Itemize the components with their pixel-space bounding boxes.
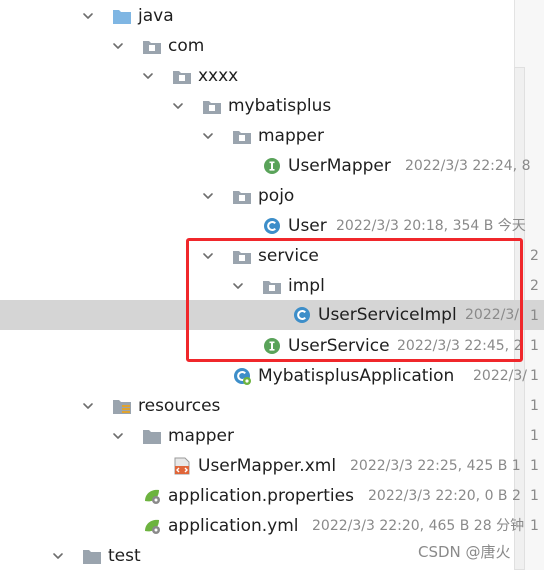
package-icon: [232, 127, 252, 145]
chevron-down-icon[interactable]: [172, 100, 184, 112]
chevron-down-icon[interactable]: [202, 130, 214, 142]
tree-row-mapper-folder[interactable]: mapper: [0, 421, 544, 451]
chevron-down-icon[interactable]: [202, 190, 214, 202]
chevron-down-icon[interactable]: [52, 550, 64, 562]
file-meta: 2022/3/3 22:24, 8: [405, 158, 531, 174]
spring-config-icon: [142, 487, 162, 505]
package-icon: [232, 187, 252, 205]
chevron-down-icon[interactable]: [112, 40, 124, 52]
spring-config-icon: [142, 517, 162, 535]
tree-row-mybatisplus-application[interactable]: MybatisplusApplication 2022/3/: [0, 361, 544, 391]
chevron-down-icon[interactable]: [142, 70, 154, 82]
tree-label: mybatisplus: [228, 96, 332, 116]
tree-row-mybatisplus[interactable]: mybatisplus: [0, 91, 544, 121]
tree-row-xxxx[interactable]: xxxx: [0, 61, 544, 91]
gutter-number: 1: [530, 428, 539, 444]
tree-row-application-properties[interactable]: application.properties 2022/3/3 22:20, 0…: [0, 481, 544, 511]
tree-label: resources: [138, 396, 221, 416]
resources-folder-icon: [112, 397, 132, 415]
gutter-number: 2: [530, 278, 539, 294]
file-meta: 2022/3/3 20:18, 354 B 今天: [336, 218, 526, 234]
xml-file-icon: [172, 457, 192, 475]
tree-label: UserMapper.xml: [198, 456, 337, 476]
tree-label: java: [138, 6, 174, 26]
folder-icon: [142, 427, 162, 445]
tree-label: pojo: [258, 186, 295, 206]
tree-row-user-mapper[interactable]: UserMapper 2022/3/3 22:24, 8: [0, 151, 544, 181]
tree-row-com[interactable]: com: [0, 31, 544, 61]
file-meta: 2022/3/3 22:20, 0 B 2: [368, 488, 521, 504]
tree-label: com: [168, 36, 205, 56]
tree-label: application.yml: [168, 516, 299, 536]
highlight-annotation-box: [186, 238, 523, 362]
chevron-down-icon[interactable]: [82, 10, 94, 22]
gutter-number: 1: [530, 458, 539, 474]
package-icon: [172, 67, 192, 85]
tree-row-pojo[interactable]: pojo: [0, 181, 544, 211]
gutter-number: 1: [530, 518, 539, 534]
gutter-number: 1: [530, 488, 539, 504]
tree-row-user-mapper-xml[interactable]: UserMapper.xml 2022/3/3 22:25, 425 B 1: [0, 451, 544, 481]
tree-row-resources[interactable]: resources: [0, 391, 544, 421]
chevron-down-icon[interactable]: [112, 430, 124, 442]
tree-label: application.properties: [168, 486, 354, 506]
source-folder-icon: [112, 7, 132, 25]
class-icon: [262, 217, 282, 235]
chevron-down-icon[interactable]: [82, 400, 94, 412]
file-meta: 2022/3/: [473, 368, 527, 384]
tree-row-application-yml[interactable]: application.yml 2022/3/3 22:20, 465 B 28…: [0, 511, 544, 541]
tree-label: mapper: [168, 426, 235, 446]
tree-row-mapper-package[interactable]: mapper: [0, 121, 544, 151]
gutter-number: 1: [530, 398, 539, 414]
gutter-number: 1: [530, 368, 539, 384]
interface-icon: [262, 157, 282, 175]
tree-label: test: [108, 546, 141, 566]
file-meta: 2022/3/3 22:25, 425 B 1: [350, 458, 521, 474]
tree-label: mapper: [258, 126, 325, 146]
tree-label: UserMapper: [288, 156, 391, 176]
tree-label: User: [288, 216, 327, 236]
tree-label: MybatisplusApplication: [258, 366, 455, 386]
folder-icon: [82, 547, 102, 565]
gutter-number: 1: [530, 308, 539, 324]
package-icon: [142, 37, 162, 55]
gutter-number: 1: [530, 338, 539, 354]
tree-row-user[interactable]: User 2022/3/3 20:18, 354 B 今天: [0, 211, 544, 241]
tree-row-java[interactable]: java: [0, 1, 544, 31]
tree-label: xxxx: [198, 66, 239, 86]
spring-boot-class-icon: [232, 367, 252, 385]
file-meta: 2022/3/3 22:20, 465 B 28 分钟: [312, 518, 525, 534]
package-icon: [202, 97, 222, 115]
gutter-number: 2: [530, 248, 539, 264]
watermark: CSDN @唐火: [418, 543, 511, 561]
